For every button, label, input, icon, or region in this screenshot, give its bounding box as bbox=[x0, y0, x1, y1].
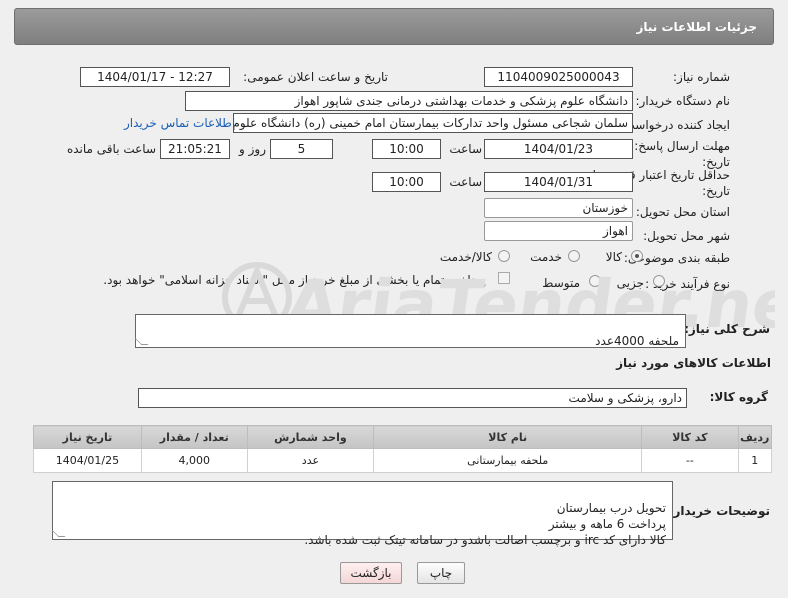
category-service-label: خدمت bbox=[530, 250, 562, 264]
resize-handle[interactable] bbox=[51, 530, 66, 537]
reply-time-field: 10:00 bbox=[372, 139, 441, 159]
need-number-label: شماره نیاز: bbox=[673, 70, 730, 84]
category-goods-radio[interactable] bbox=[631, 250, 643, 262]
process-medium-label: متوسط bbox=[542, 276, 580, 290]
back-button[interactable]: بازگشت bbox=[340, 562, 402, 584]
col-qty-header: تعداد / مقدار bbox=[140, 425, 248, 449]
goods-table: ردیف کد کالا نام کالا واحد شمارش تعداد /… bbox=[33, 425, 773, 473]
buyer-contact-link[interactable]: اطلاعات تماس خریدار bbox=[124, 116, 235, 130]
requester-field: سلمان شجاعی مسئول واحد تدارکات بیمارستان… bbox=[233, 113, 633, 133]
buyer-org-label: نام دستگاه خریدار: bbox=[635, 94, 731, 108]
delivery-province-label: استان محل تحویل: bbox=[635, 205, 730, 219]
print-button[interactable]: چاپ bbox=[417, 562, 465, 584]
cell-goods-code: -- bbox=[641, 448, 739, 473]
need-number-field: 1104009025000043 bbox=[484, 67, 633, 87]
reply-date-field: 1404/01/23 bbox=[484, 139, 633, 159]
col-code-header: کد کالا bbox=[641, 425, 739, 449]
announce-datetime-field: 1404/01/17 - 12:27 bbox=[80, 67, 230, 87]
delivery-city-field: اهواز bbox=[484, 221, 633, 241]
delivery-province-field: خوزستان bbox=[484, 198, 633, 218]
reply-remaining-field: 21:05:21 bbox=[160, 139, 230, 159]
col-row-header: ردیف bbox=[737, 425, 773, 449]
validity-time-field: 10:00 bbox=[372, 172, 441, 192]
days-and-label: روز و bbox=[239, 142, 266, 156]
announce-datetime-label: تاریخ و ساعت اعلان عمومی: bbox=[243, 70, 388, 84]
treasury-payment-checkbox[interactable] bbox=[498, 272, 510, 284]
treasury-payment-note: پرداخت تمام یا بخشی از مبلغ خرید،از محل … bbox=[103, 273, 486, 287]
col-date-header: تاریخ نیاز bbox=[33, 425, 142, 449]
goods-group-field: دارو، پزشکی و سلامت bbox=[138, 388, 687, 408]
col-name-header: نام کالا bbox=[373, 425, 643, 449]
buyer-notes-text: تحویل درب بیمارستان پرداخت 6 ماهه و بیشت… bbox=[304, 501, 666, 547]
goods-info-title: اطلاعات کالاهای مورد نیاز bbox=[616, 356, 771, 370]
general-desc-field: ملحفه 4000عدد bbox=[134, 314, 686, 348]
cell-row-number: 1 bbox=[737, 448, 773, 473]
requester-label: ایجاد کننده درخواست: bbox=[619, 118, 730, 132]
reply-days-field: 5 bbox=[270, 139, 333, 159]
cell-unit: عدد bbox=[246, 448, 375, 473]
general-desc-label: شرح کلی نیاز: bbox=[684, 322, 770, 336]
process-minor-label: جزیی bbox=[616, 276, 644, 290]
cell-quantity: 4,000 bbox=[140, 448, 248, 473]
remaining-label: ساعت باقی مانده bbox=[66, 142, 156, 156]
resize-handle[interactable] bbox=[134, 338, 149, 345]
category-service-radio[interactable] bbox=[568, 250, 580, 262]
process-minor-radio[interactable] bbox=[653, 275, 665, 287]
buyer-notes-label: توضیحات خریدار: bbox=[668, 504, 770, 518]
delivery-city-label: شهر محل تحویل: bbox=[643, 229, 730, 243]
category-goods-service-radio[interactable] bbox=[498, 250, 510, 262]
table-row[interactable]: 1 -- ملحفه بیمارستانی عدد 4,000 1404/01/… bbox=[33, 448, 773, 473]
buyer-notes-field: تحویل درب بیمارستان پرداخت 6 ماهه و بیشت… bbox=[51, 481, 673, 547]
general-desc-text: ملحفه 4000عدد bbox=[595, 334, 679, 348]
goods-group-label: گروه کالا: bbox=[709, 390, 768, 404]
buyer-org-field: دانشگاه علوم پزشکی و خدمات بهداشتی درمان… bbox=[185, 91, 633, 111]
table-header-row: ردیف کد کالا نام کالا واحد شمارش تعداد /… bbox=[33, 425, 773, 449]
validity-time-label: ساعت bbox=[449, 175, 482, 189]
cell-goods-name: ملحفه بیمارستانی bbox=[373, 448, 643, 473]
category-goods-label: کالا bbox=[605, 250, 622, 264]
cell-need-date: 1404/01/25 bbox=[33, 448, 142, 473]
panel-header: جزئیات اطلاعات نیاز bbox=[14, 8, 774, 45]
validity-date-field: 1404/01/31 bbox=[484, 172, 633, 192]
process-medium-radio[interactable] bbox=[589, 275, 601, 287]
reply-time-label: ساعت bbox=[449, 142, 482, 156]
col-unit-header: واحد شمارش bbox=[246, 425, 375, 449]
category-goods-service-label: کالا/خدمت bbox=[439, 250, 492, 264]
